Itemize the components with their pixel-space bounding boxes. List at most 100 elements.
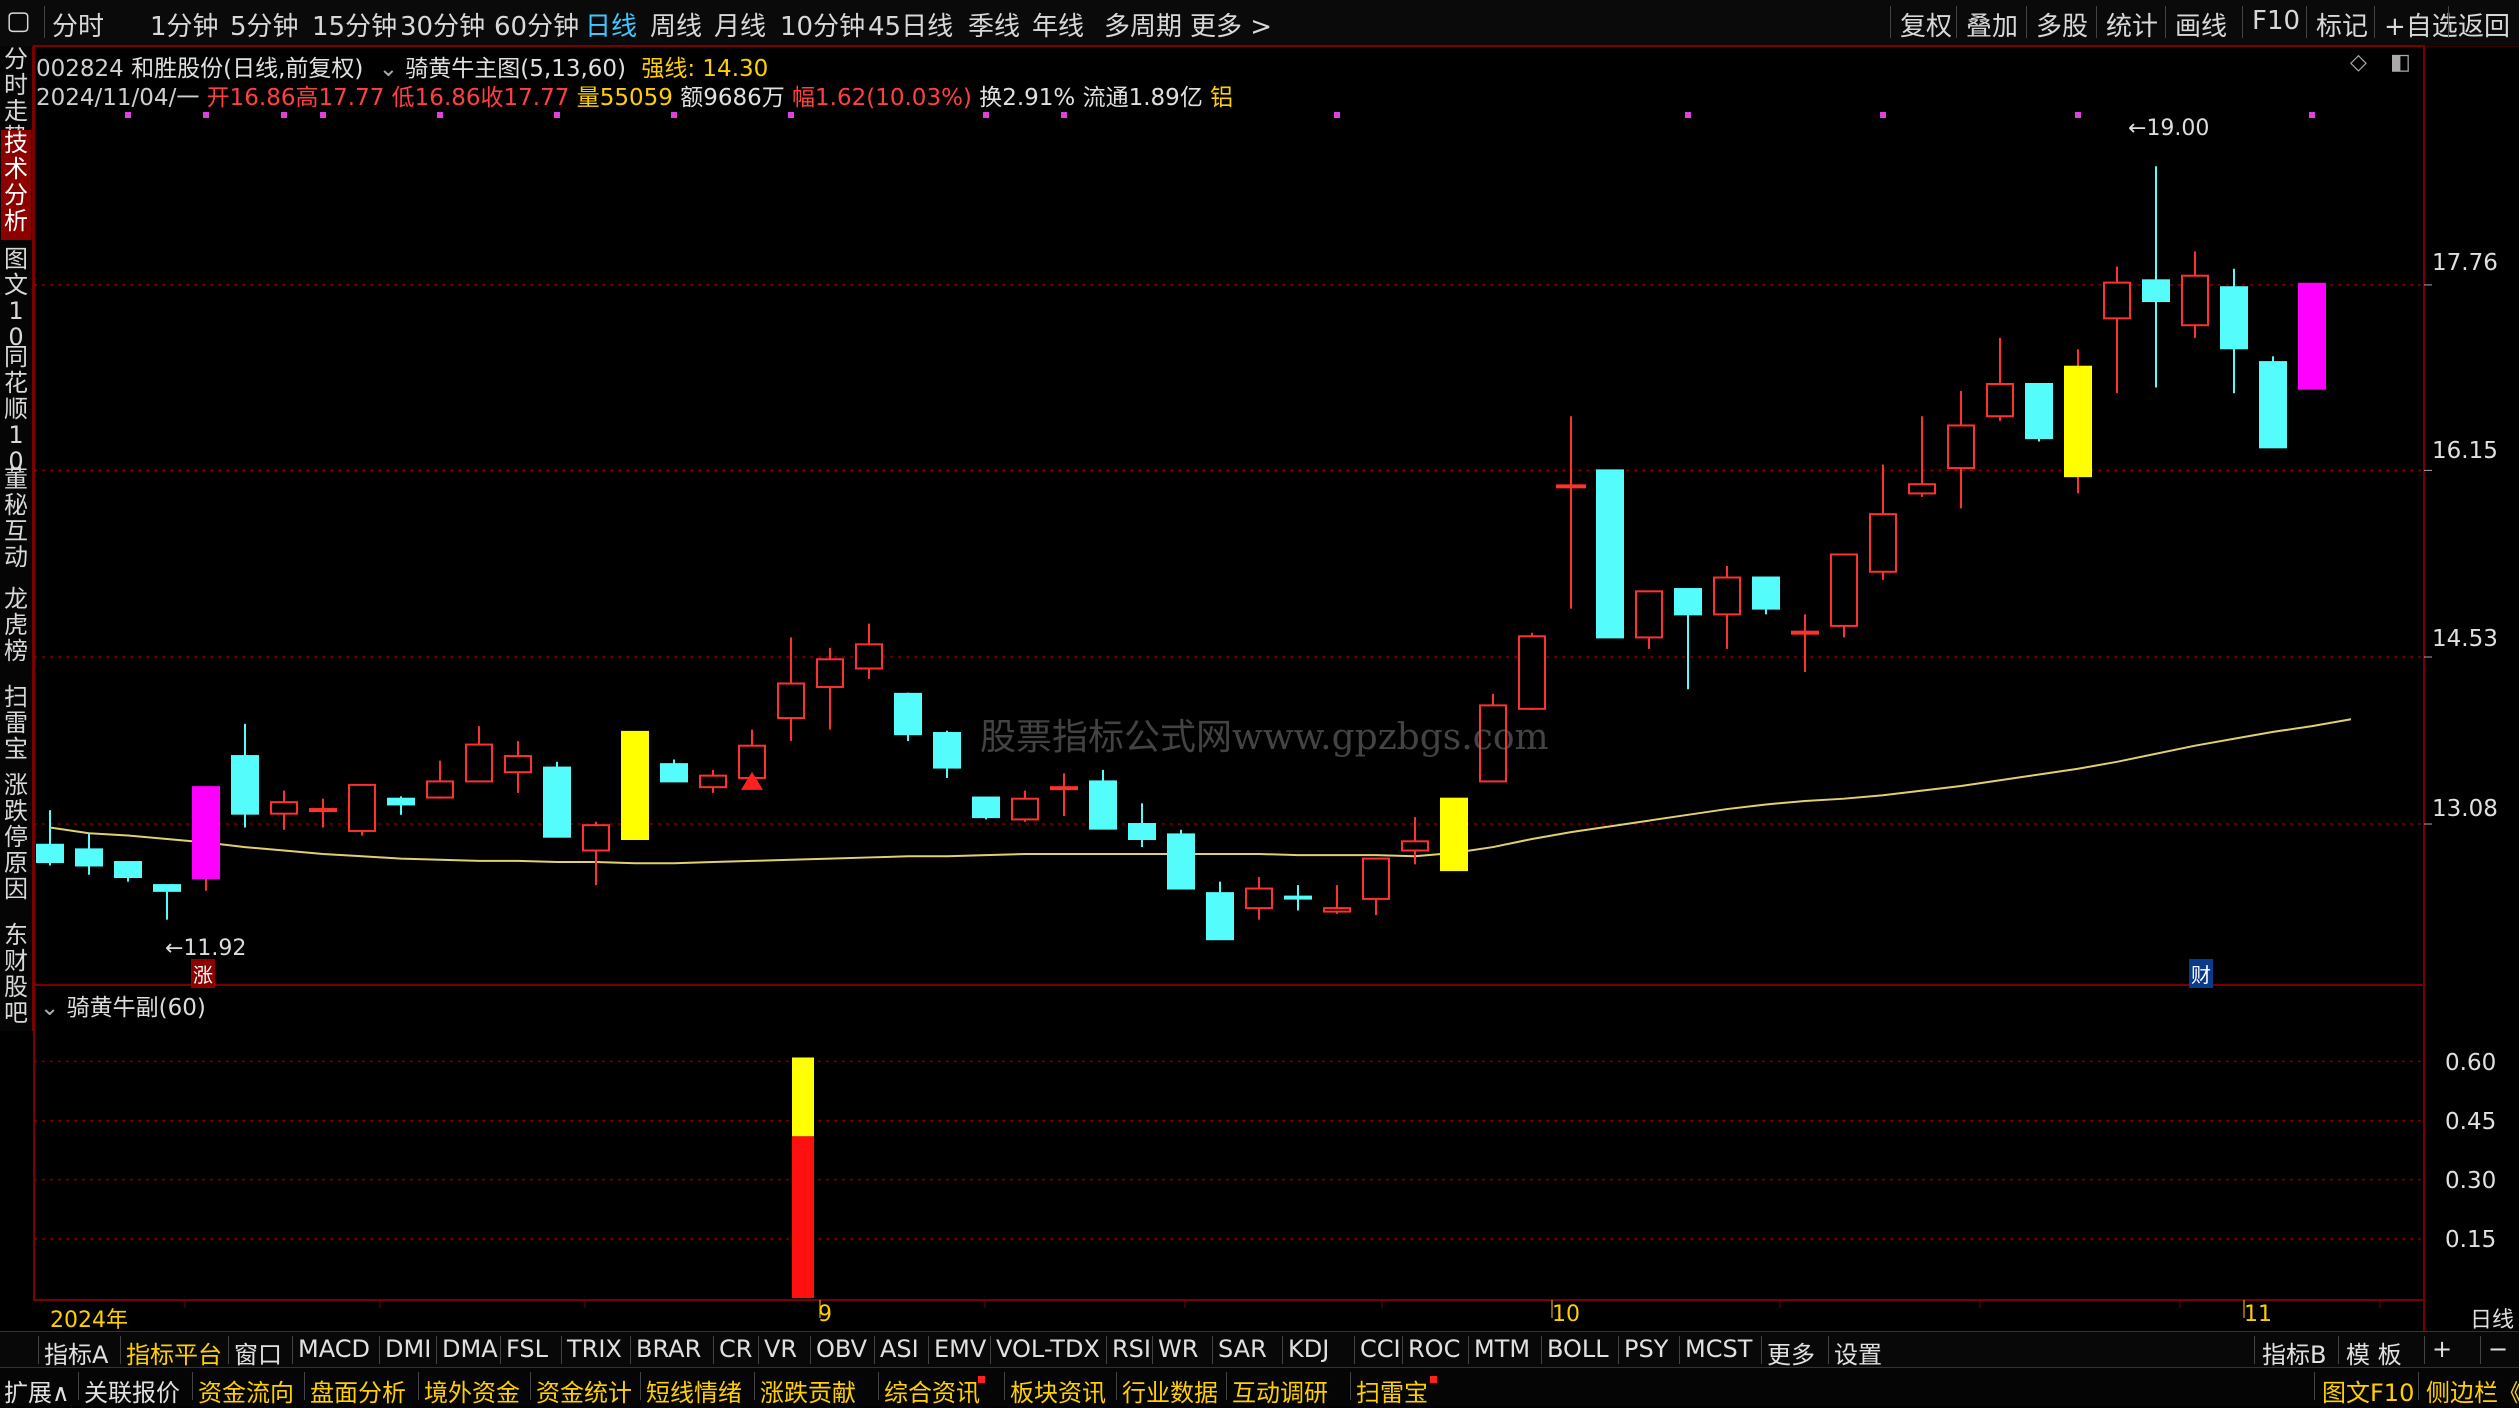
indicator-tab[interactable]: ROC [1408, 1335, 1460, 1363]
candle-body [1284, 895, 1312, 900]
candle-body [1713, 576, 1741, 616]
divider [500, 1336, 501, 1364]
function-tab[interactable]: 扫雷宝 [1356, 1373, 1428, 1408]
candle-body [1050, 786, 1078, 791]
signal-dot [1334, 112, 1340, 118]
period-label[interactable]: 日线 [2470, 1302, 2514, 1334]
indicator-tab[interactable]: VOL-TDX [996, 1335, 1100, 1363]
divider [1402, 1336, 1403, 1364]
candle-body [75, 848, 103, 867]
indicator-tab[interactable]: MACD [298, 1335, 370, 1363]
function-tab[interactable]: 互动调研 [1232, 1373, 1328, 1408]
indicator-tab[interactable]: PSY [1624, 1335, 1668, 1363]
function-tab[interactable]: 短线情绪 [646, 1373, 742, 1408]
indicator-tab[interactable]: KDJ [1288, 1335, 1329, 1363]
sub-indicator-title[interactable]: ⌄ 骑黄牛副(60) [40, 988, 206, 1022]
signal-dot [281, 112, 287, 118]
candle-body [1596, 469, 1624, 639]
finance-badge[interactable]: 财 [2189, 959, 2213, 988]
function-tab[interactable]: 关联报价 [84, 1373, 180, 1408]
alert-dot-icon [1430, 1376, 1437, 1383]
indicator-tab[interactable]: BOLL [1547, 1335, 1609, 1363]
kline-chart[interactable] [0, 0, 2519, 1331]
function-right-button[interactable]: 图文F10 [2322, 1373, 2414, 1408]
signal-dot [2309, 112, 2315, 118]
indicator-tab[interactable]: VR [764, 1335, 797, 1363]
sub-indicator-name: 骑黄牛副(60) [66, 995, 206, 1021]
indicator-tab[interactable]: 指标平台 [126, 1335, 222, 1370]
candle-body [36, 843, 64, 864]
indicator-tab[interactable]: WR [1158, 1335, 1198, 1363]
indicator-tab[interactable]: 设置 [1834, 1335, 1882, 1370]
indicator-tab[interactable]: CR [719, 1335, 752, 1363]
candle-body [426, 780, 454, 799]
candle-body [894, 692, 922, 736]
divider [1618, 1336, 1619, 1364]
candle-body [699, 774, 727, 789]
function-tab[interactable]: 扩展∧ [4, 1373, 70, 1408]
candle-body [972, 796, 1000, 819]
divider [1152, 1336, 1153, 1364]
candle-body [231, 755, 259, 815]
indicator-tab[interactable]: MCST [1685, 1335, 1752, 1363]
function-tab[interactable]: 境外资金 [424, 1373, 520, 1408]
candle-body [1674, 588, 1702, 616]
candle-body [153, 884, 181, 892]
indicator-right-button[interactable]: 指标B [2262, 1335, 2326, 1370]
divider [758, 1336, 759, 1364]
function-tab[interactable]: 盘面分析 [310, 1373, 406, 1408]
candle-body [1986, 382, 2014, 418]
indicator-right-button[interactable]: + [2432, 1335, 2452, 1363]
indicator-tab[interactable]: SAR [1218, 1335, 1267, 1363]
divider [1116, 1372, 1117, 1400]
price-tick-label: 17.76 [2432, 250, 2498, 276]
divider [120, 1336, 121, 1364]
limit-up-badge[interactable]: 涨 [191, 959, 215, 988]
divider [436, 1336, 437, 1364]
indicator-tab[interactable]: MTM [1474, 1335, 1530, 1363]
signal-dot [671, 112, 677, 118]
function-tab[interactable]: 行业数据 [1122, 1373, 1218, 1408]
function-tab[interactable]: 资金统计 [536, 1373, 632, 1408]
candle-body [1830, 553, 1858, 627]
watermark-text: 股票指标公式网www.gpzbgs.com [980, 717, 1549, 758]
indicator-tab[interactable]: 更多 [1767, 1335, 1815, 1370]
candle-outline [1556, 484, 1586, 489]
indicator-tab[interactable]: DMA [442, 1335, 498, 1363]
candle-body [660, 763, 688, 783]
candle-body [855, 643, 883, 670]
indicator-tab[interactable]: 窗口 [234, 1335, 282, 1370]
indicator-tab[interactable]: OBV [816, 1335, 867, 1363]
indicator-right-button[interactable]: − [2488, 1335, 2508, 1363]
function-tab[interactable]: 综合资讯 [884, 1373, 980, 1408]
indicator-tab[interactable]: RSI [1112, 1335, 1151, 1363]
indicator-tab[interactable]: BRAR [636, 1335, 701, 1363]
function-tab[interactable]: 资金流向 [198, 1373, 294, 1408]
candle-body [1206, 892, 1234, 941]
indicator-tab[interactable]: DMI [385, 1335, 431, 1363]
candle-body [309, 808, 337, 813]
signal-dot [1685, 112, 1691, 118]
candle-body [2259, 361, 2287, 449]
function-right-button[interactable]: 侧边栏《 [2426, 1373, 2519, 1408]
sub-indicator-bar [792, 1057, 814, 1137]
indicator-tab[interactable]: EMV [934, 1335, 986, 1363]
candle-body [270, 801, 298, 815]
indicator-tab[interactable]: FSL [506, 1335, 548, 1363]
indicator-tab[interactable]: 指标A [44, 1335, 108, 1370]
divider [810, 1336, 811, 1364]
candle-body [465, 743, 493, 783]
candle-body [1323, 907, 1351, 913]
candle-body [1245, 887, 1273, 910]
indicator-tab[interactable]: ASI [880, 1335, 919, 1363]
divider [1226, 1372, 1227, 1400]
indicator-tab[interactable]: CCI [1360, 1335, 1401, 1363]
divider [640, 1372, 641, 1400]
indicator-tab[interactable]: TRIX [567, 1335, 622, 1363]
indicator-right-button[interactable]: 模 板 [2346, 1335, 2402, 1370]
divider [1828, 1336, 1829, 1364]
function-tab[interactable]: 板块资讯 [1010, 1373, 1106, 1408]
candle-body [1518, 635, 1546, 710]
function-tab[interactable]: 涨跌贡献 [760, 1373, 856, 1408]
sub-dropdown-icon[interactable]: ⌄ [40, 995, 59, 1021]
